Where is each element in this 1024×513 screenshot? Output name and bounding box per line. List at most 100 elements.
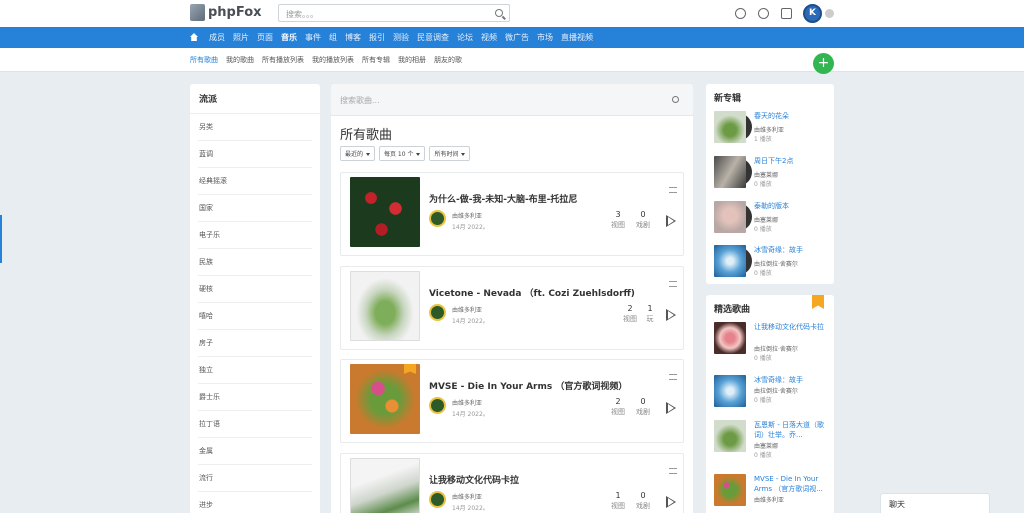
featured-song-item[interactable]: MVSE - Die In Your Arms （官方歌词视... 由维多利亚 (714, 474, 832, 510)
nav-item-reports[interactable]: 报引 (365, 27, 389, 48)
nav-item-blogs[interactable]: 博客 (341, 27, 365, 48)
nav-item-photos[interactable]: 照片 (229, 27, 253, 48)
new-albums-title: 新专辑 (714, 94, 742, 104)
genre-item[interactable]: 国家 (198, 195, 312, 222)
subnav-friends-songs[interactable]: 朋友的歌 (434, 48, 462, 72)
nav-item-pages[interactable]: 页面 (253, 27, 277, 48)
nav-item-groups[interactable]: 组 (325, 27, 341, 48)
subnav-all-playlists[interactable]: 所有播放列表 (262, 48, 304, 72)
genre-item[interactable]: 嘻哈 (198, 303, 312, 330)
genre-item[interactable]: 拉丁语 (198, 411, 312, 438)
search-input[interactable]: 搜索。。。 (278, 4, 510, 22)
song-title: 让我移动文化代码卡拉 (754, 323, 824, 331)
genre-item[interactable]: 进步 (198, 492, 312, 513)
song-thumbnail[interactable] (350, 458, 420, 513)
subnav-all-songs[interactable]: 所有歌曲 (190, 48, 218, 72)
album-item[interactable]: 冰雪奇缘：故手 由拉倒拉·舍赛尔 0 播放 (714, 245, 832, 281)
views-stat: 3 视图 (611, 210, 625, 229)
search-icon[interactable] (672, 96, 679, 103)
featured-song-item[interactable]: 瓦恩斯 - 日落大道（歌词）壮举。乔... 由塞莱娜 0 播放 (714, 420, 832, 459)
genre-item[interactable]: 硬核 (198, 276, 312, 303)
genre-item[interactable]: 房子 (198, 330, 312, 357)
subnav-my-songs[interactable]: 我的歌曲 (226, 48, 254, 72)
nav-item-marketplace[interactable]: 市场 (533, 27, 557, 48)
song-title: 瓦恩斯 - 日落大道（歌词）壮举。乔... (754, 421, 824, 439)
song-author[interactable]: 由维多利亚 (452, 492, 482, 501)
album-title: 泰勒的版本 (754, 202, 789, 210)
nav-item-polls[interactable]: 民意调查 (413, 27, 453, 48)
views-stat: 2 视图 (611, 397, 625, 416)
song-card[interactable]: 为什么-做-我-未知-大脑-布里-托拉尼 由维多利亚 14月 2022。 3 视图… (340, 172, 684, 256)
add-to-playlist-icon[interactable] (669, 468, 677, 474)
song-card[interactable]: Vicetone - Nevada （ft. Cozi Zuehlsdorff)… (340, 266, 684, 350)
messages-icon[interactable] (758, 8, 769, 19)
play-icon[interactable] (666, 402, 676, 414)
chevron-down-icon[interactable] (825, 9, 834, 18)
per-page-dropdown[interactable]: 每页 10 个 (379, 146, 426, 161)
play-icon[interactable] (666, 496, 676, 508)
featured-song-item[interactable]: 让我移动文化代码卡拉 由拉倒拉·舍赛尔 0 播放 (714, 322, 832, 362)
nav-item-live-video[interactable]: 直播视频 (557, 27, 597, 48)
song-date: 14月 2022。 (452, 318, 489, 325)
song-card[interactable]: MVSE - Die In Your Arms （官方歌词视频） 由维多利亚 1… (340, 359, 684, 443)
notifications-icon[interactable] (781, 8, 792, 19)
genre-item[interactable]: 另类 (198, 114, 312, 141)
nav-item-music[interactable]: 音乐 (277, 27, 301, 48)
page-title: 所有歌曲 (340, 128, 393, 143)
friends-icon[interactable] (735, 8, 746, 19)
song-title[interactable]: 让我移动文化代码卡拉 (429, 473, 519, 486)
user-avatar[interactable] (429, 210, 446, 227)
song-title[interactable]: Vicetone - Nevada （ft. Cozi Zuehlsdorff) (429, 286, 635, 299)
new-albums-widget: 新专辑 春天的花朵 由维多利亚 1 播放 周日下午2点 由塞莱娜 0 播放 泰勒… (706, 84, 834, 284)
song-title[interactable]: 为什么-做-我-未知-大脑-布里-托拉尼 (429, 192, 577, 205)
chat-button[interactable]: 聊天 (880, 493, 990, 513)
subnav-my-albums[interactable]: 我的相册 (398, 48, 426, 72)
avatar[interactable]: K (803, 4, 822, 23)
song-thumbnail[interactable] (350, 364, 420, 434)
genre-item[interactable]: 蓝调 (198, 141, 312, 168)
logo[interactable]: phpFox (190, 4, 262, 21)
album-item[interactable]: 周日下午2点 由塞莱娜 0 播放 (714, 156, 832, 192)
featured-song-item[interactable]: 冰雪奇缘：故手 由拉倒拉·舍赛尔 0 播放 (714, 375, 832, 411)
song-title[interactable]: MVSE - Die In Your Arms （官方歌词视频） (429, 379, 627, 392)
nav-item-members[interactable]: 成员 (205, 27, 229, 48)
subnav-my-playlists[interactable]: 我的播放列表 (312, 48, 354, 72)
song-author[interactable]: 由维多利亚 (452, 211, 482, 220)
song-thumbnail[interactable] (350, 271, 420, 341)
genre-item[interactable]: 金属 (198, 438, 312, 465)
genre-item[interactable]: 民族 (198, 249, 312, 276)
user-avatar[interactable] (429, 491, 446, 508)
genre-item[interactable]: 流行 (198, 465, 312, 492)
genre-item[interactable]: 电子乐 (198, 222, 312, 249)
album-item[interactable]: 泰勒的版本 由塞莱娜 0 播放 (714, 201, 832, 237)
add-button[interactable]: + (813, 53, 834, 74)
logo-icon (190, 4, 205, 21)
nav-item-ads[interactable]: 微广告 (501, 27, 533, 48)
nav-item-videos[interactable]: 视频 (477, 27, 501, 48)
play-icon[interactable] (666, 215, 676, 227)
time-dropdown[interactable]: 所有时间 (429, 146, 471, 161)
song-card[interactable]: 让我移动文化代码卡拉 由维多利亚 14月 2022。 1 视图 0 戏剧 (340, 453, 684, 513)
user-avatar[interactable] (429, 304, 446, 321)
views-stat: 1 视图 (611, 491, 625, 510)
album-item[interactable]: 春天的花朵 由维多利亚 1 播放 (714, 111, 832, 147)
nav-item-events[interactable]: 事件 (301, 27, 325, 48)
add-to-playlist-icon[interactable] (669, 374, 677, 380)
song-author[interactable]: 由维多利亚 (452, 398, 482, 407)
user-avatar[interactable] (429, 397, 446, 414)
song-author[interactable]: 由维多利亚 (452, 305, 482, 314)
genre-item[interactable]: 独立 (198, 357, 312, 384)
search-icon[interactable] (495, 9, 503, 17)
add-to-playlist-icon[interactable] (669, 281, 677, 287)
sort-dropdown[interactable]: 最近的 (340, 146, 376, 161)
nav-item-quizzes[interactable]: 测验 (389, 27, 413, 48)
song-search-input[interactable]: 搜索歌曲... (331, 84, 693, 116)
subnav-all-albums[interactable]: 所有专辑 (362, 48, 390, 72)
genre-item[interactable]: 经典摇滚 (198, 168, 312, 195)
genre-item[interactable]: 爵士乐 (198, 384, 312, 411)
nav-item-forum[interactable]: 论坛 (453, 27, 477, 48)
play-icon[interactable] (666, 309, 676, 321)
home-icon[interactable] (190, 33, 198, 41)
add-to-playlist-icon[interactable] (669, 187, 677, 193)
song-thumbnail[interactable] (350, 177, 420, 247)
